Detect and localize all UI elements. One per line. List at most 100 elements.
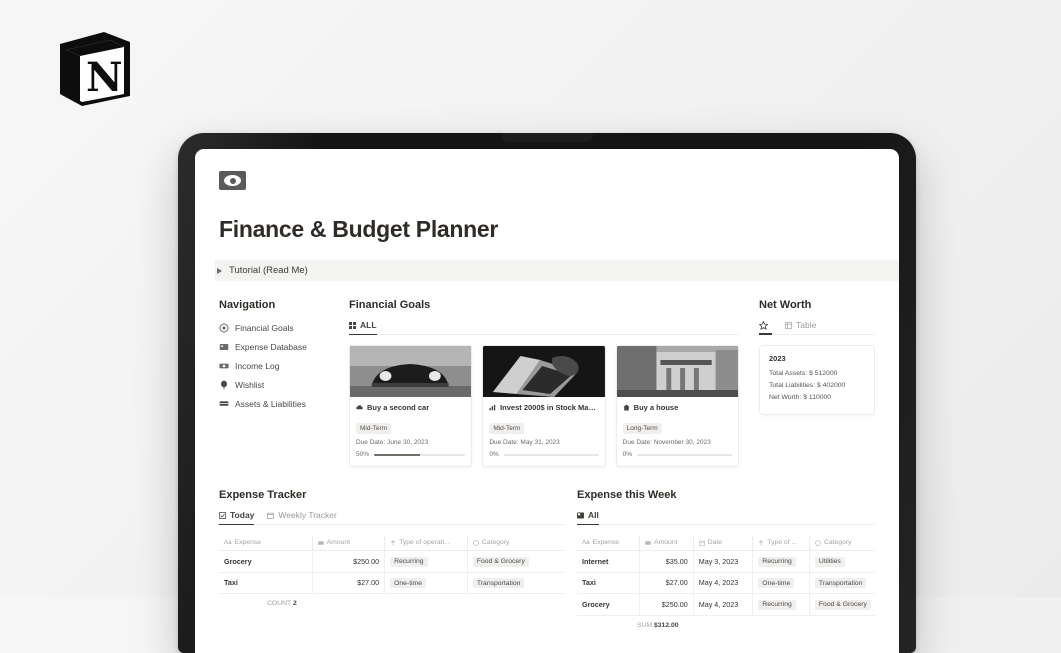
column-header-category[interactable]: Category	[467, 535, 564, 551]
goal-card[interactable]: Buy a second car Mid-Term Due Date: June…	[349, 345, 473, 467]
column-header-category[interactable]: Category	[809, 535, 875, 551]
goal-progress-label: 50%	[356, 451, 370, 458]
page-title: Finance & Budget Planner	[219, 216, 499, 242]
net-worth-title: Net Worth	[759, 299, 812, 311]
circle-icon	[815, 539, 821, 546]
type-tag: Recurring	[758, 556, 796, 567]
banknote-icon	[219, 171, 246, 190]
tab-net-worth-table[interactable]: Table	[785, 320, 816, 334]
tab-label: Weekly Tracker	[278, 510, 337, 520]
house-icon	[623, 404, 630, 411]
net-worth-section: Net Worth Table 2023 Total Assets: $ 512…	[739, 299, 875, 467]
tab-all-week[interactable]: All	[577, 510, 599, 525]
expense-tracker-tabs: Today Weekly Tracker	[219, 510, 564, 525]
tab-net-worth-favorite[interactable]	[759, 320, 772, 335]
cell-category: Transportation	[809, 572, 875, 594]
category-tag: Food & Grocery	[472, 556, 529, 567]
cell-expense: Grocery	[219, 550, 313, 573]
financial-goals-title: Financial Goals	[349, 299, 431, 311]
tab-label: Today	[230, 510, 255, 520]
sidebar-item-income-log[interactable]: Income Log	[219, 358, 349, 374]
tutorial-toggle-label: Tutorial (Read Me)	[229, 265, 308, 276]
table-row[interactable]: Taxi $27.00 One-time Transportation	[219, 572, 564, 594]
table-row[interactable]: Taxi $27.00 May 4, 2023 One-time Transpo…	[577, 572, 875, 594]
goal-card[interactable]: Buy a house Long-Term Due Date: November…	[615, 345, 739, 467]
tab-label: All	[588, 510, 599, 520]
stack-icon	[219, 401, 229, 406]
footer-label: SUM	[637, 621, 653, 629]
house-photo	[616, 346, 738, 397]
expense-week-footer[interactable]: SUM $312.00	[577, 616, 875, 629]
calendar-icon	[267, 512, 275, 519]
net-worth-year: 2023	[769, 354, 786, 363]
laptop-screen: Finance & Budget Planner Tutorial (Read …	[195, 149, 899, 653]
total-liabilities: Total Liabilities: $ 402000	[769, 382, 846, 389]
expense-tracker-section: Expense Tracker Today Weekly Tracker Aa …	[219, 489, 564, 629]
tab-all-goals[interactable]: ALL	[349, 320, 377, 335]
goals-gallery: Buy a second car Mid-Term Due Date: June…	[349, 345, 739, 467]
goal-due-date: Due Date: June 30, 2023	[356, 439, 429, 446]
table-row[interactable]: Internet $35.00 May 3, 2023 Recurring Ut…	[577, 550, 875, 573]
cell-amount: $35.00	[639, 550, 694, 573]
type-tag: One-time	[390, 578, 427, 588]
goal-term-badge: Mid-Term	[489, 423, 525, 434]
cell-type: Recurring	[384, 550, 468, 573]
cell-category: Transportation	[467, 572, 564, 594]
goal-progress: 0%	[623, 451, 732, 458]
column-header-type[interactable]: Type of ...	[752, 535, 810, 551]
sidebar-item-expense-database[interactable]: Expense Database	[219, 339, 349, 355]
sidebar-item-wishlist[interactable]: Wishlist	[219, 377, 349, 393]
type-tag: Recurring	[758, 599, 796, 610]
cell-expense: Internet	[577, 550, 641, 573]
gallery-icon	[349, 321, 356, 329]
aa-icon: Aa	[582, 539, 590, 546]
cell-expense: Taxi	[219, 572, 313, 594]
table-header-row: Aa Expense Amount Type of operati... Cat…	[219, 535, 564, 551]
cell-amount: $27.00	[312, 572, 386, 594]
expense-tracker-footer[interactable]: COUNT 2	[219, 594, 564, 607]
sidebar-item-financial-goals[interactable]: Financial Goals	[219, 320, 349, 336]
goal-title-text: Buy a house	[633, 403, 679, 412]
net-worth-tabs: Table	[759, 320, 875, 335]
goal-title: Buy a second car	[356, 403, 465, 412]
progress-bar	[637, 453, 732, 456]
column-header-expense[interactable]: Aa Expense	[219, 535, 313, 551]
sidebar-item-assets-liabilities[interactable]: Assets & Liabilities	[219, 396, 349, 412]
column-header-type[interactable]: Type of operati...	[384, 535, 468, 551]
net-worth-card[interactable]: 2023 Total Assets: $ 512000 Total Liabil…	[759, 345, 875, 415]
progress-bar	[503, 453, 599, 456]
column-header-amount[interactable]: Amount	[639, 535, 694, 551]
tab-today[interactable]: Today	[219, 510, 255, 525]
goal-term-badge: Mid-Term	[356, 423, 392, 434]
sidebar-item-label: Assets & Liabilities	[235, 399, 306, 409]
expense-week-table: Aa Expense Amount Date Type of ... Categ…	[577, 535, 875, 616]
goal-card[interactable]: Invest 2000$ in Stock Market Mid-Term Du…	[482, 345, 606, 467]
table-icon	[785, 321, 792, 329]
goal-progress-label: 0%	[622, 451, 633, 458]
expense-week-section: Expense this Week All Aa Expense Amount …	[564, 489, 875, 629]
goal-term-badge: Long-Term	[622, 423, 662, 434]
goal-title-text: Invest 2000$ in Stock Market	[500, 403, 599, 412]
cell-type: Recurring	[752, 550, 810, 573]
table-row[interactable]: Grocery $250.00 Recurring Food & Grocery	[219, 550, 564, 573]
column-header-amount[interactable]: Amount	[312, 535, 386, 551]
column-header-expense[interactable]: Aa Expense	[577, 535, 641, 551]
goal-due-date: Due Date: November 30, 2023	[622, 439, 711, 446]
column-header-date[interactable]: Date	[693, 535, 754, 551]
table-header-row: Aa Expense Amount Date Type of ... Categ…	[577, 535, 875, 551]
gallery-icon	[577, 512, 584, 518]
expense-tracker-title: Expense Tracker	[219, 489, 307, 501]
financial-goals-section: Financial Goals ALL Buy a second car Mid…	[349, 299, 739, 467]
svg-text:N: N	[86, 54, 123, 101]
category-tag: Transportation	[814, 578, 867, 588]
select-icon	[391, 539, 396, 545]
chevron-right-icon[interactable]	[217, 267, 222, 274]
tab-label: Table	[796, 320, 817, 330]
type-tag: Recurring	[390, 556, 428, 567]
tab-weekly-tracker[interactable]: Weekly Tracker	[267, 510, 337, 524]
financial-goals-tabs: ALL	[349, 320, 739, 335]
tutorial-toggle[interactable]: Tutorial (Read Me)	[215, 260, 899, 281]
sidebar-item-label: Wishlist	[235, 380, 265, 390]
category-tag: Transportation	[472, 578, 525, 588]
goal-due-date: Due Date: May 31, 2023	[489, 439, 560, 446]
